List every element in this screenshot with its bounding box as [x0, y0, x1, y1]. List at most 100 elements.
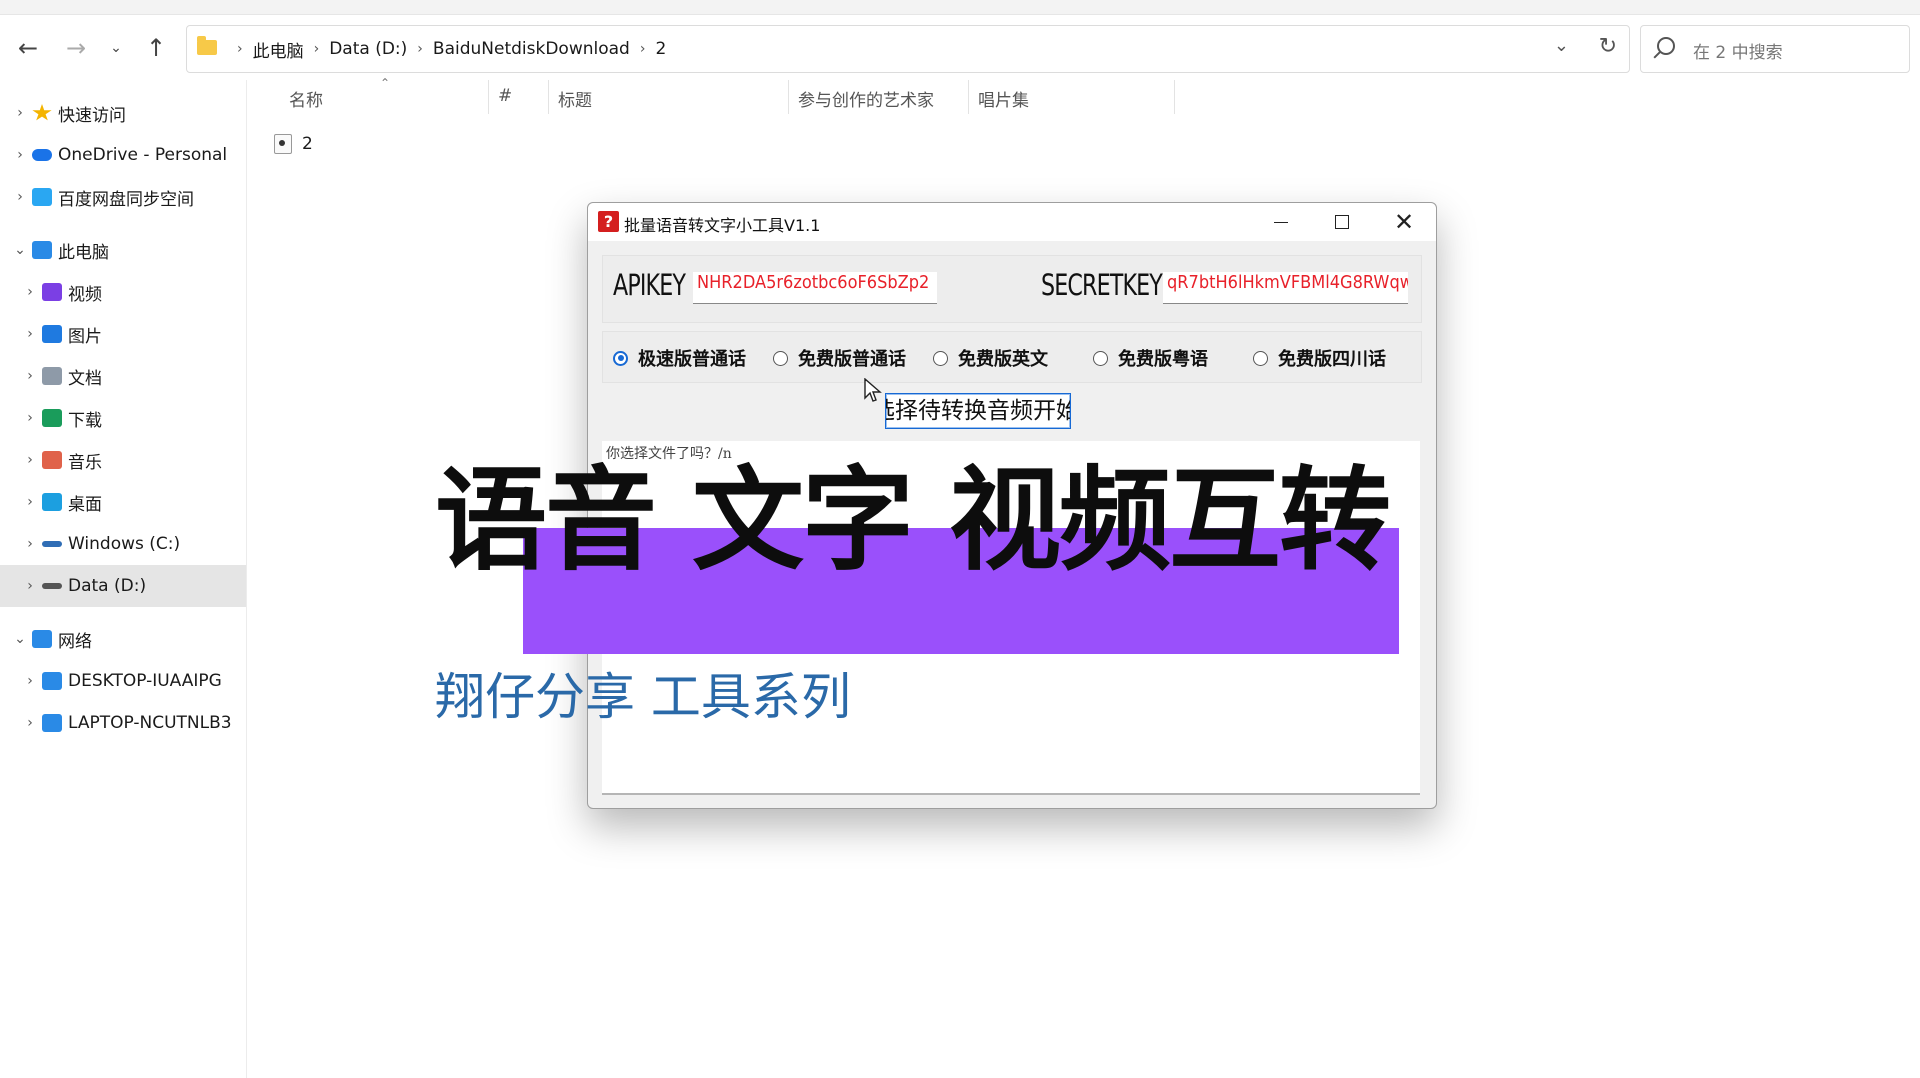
address-history-chevron-icon[interactable]: ⌄: [1554, 35, 1569, 56]
dialog-title-bar[interactable]: ? 批量语音转文字小工具V1.1 ✕: [588, 203, 1436, 241]
convert-button[interactable]: 选择待转换音频开始转换: [885, 393, 1071, 429]
sidebar-item[interactable]: › 文档: [0, 355, 246, 397]
radio-option[interactable]: 极速版普通话: [613, 345, 746, 371]
pane-divider[interactable]: [246, 80, 247, 1078]
banner-subline: 翔仔分享 工具系列: [435, 668, 851, 726]
back-button[interactable]: ←: [10, 30, 46, 66]
sidebar-item[interactable]: › LAPTOP-NCUTNLB3: [0, 702, 246, 744]
radio-option[interactable]: 免费版普通话: [773, 345, 906, 371]
breadcrumb-item[interactable]: 此电脑: [253, 37, 304, 62]
column-header-number[interactable]: #: [498, 86, 512, 106]
app-question-icon: ?: [598, 211, 619, 232]
banner-headline: 语音 文字 视频互转: [435, 456, 1391, 586]
sidebar-item-label: 网络: [58, 631, 92, 652]
folder-icon: [197, 36, 217, 55]
breadcrumb-item[interactable]: 2: [655, 39, 666, 59]
chevron-right-icon: ›: [313, 41, 320, 57]
column-separator[interactable]: [968, 80, 969, 114]
sidebar-item[interactable]: › 音乐: [0, 439, 246, 481]
breadcrumb-item[interactable]: Data (D:): [329, 39, 407, 59]
pc-icon: [42, 714, 62, 732]
sidebar-item-label: Windows (C:): [68, 534, 181, 554]
sidebar-item-label: DESKTOP-IUAAIPG: [68, 671, 222, 691]
sidebar-item[interactable]: › 百度网盘同步空间: [0, 176, 246, 218]
chevron-right-icon[interactable]: ›: [18, 715, 42, 731]
sidebar-item[interactable]: › 快速访问: [0, 92, 246, 134]
star-icon: [32, 104, 52, 121]
secretkey-input[interactable]: qR7btH6lHkmVFBMl4G8RWqwlzYll: [1163, 272, 1408, 304]
sidebar-item-label: 图片: [68, 326, 102, 347]
chevron-right-icon[interactable]: ›: [18, 452, 42, 468]
sidebar-item[interactable]: ⌄ 网络: [0, 618, 246, 660]
file-row[interactable]: 2: [274, 130, 313, 158]
sidebar-item[interactable]: › 桌面: [0, 481, 246, 523]
sidebar-item[interactable]: › Data (D:): [0, 565, 246, 607]
chevron-right-icon[interactable]: ›: [18, 673, 42, 689]
breadcrumb-item[interactable]: BaiduNetdiskDownload: [433, 39, 630, 59]
chevron-right-icon[interactable]: ›: [18, 536, 42, 552]
sidebar-item[interactable]: › 图片: [0, 313, 246, 355]
sidebar-item-label: 下载: [68, 410, 102, 431]
chevron-right-icon[interactable]: ›: [8, 189, 32, 205]
sort-ascending-icon: ⌃: [380, 76, 391, 90]
close-button[interactable]: ✕: [1374, 203, 1434, 241]
address-bar[interactable]: › 此电脑 › Data (D:) › BaiduNetdiskDownload…: [186, 25, 1630, 73]
chevron-right-icon: ›: [639, 41, 646, 57]
sidebar-item[interactable]: › DESKTOP-IUAAIPG: [0, 660, 246, 702]
minimize-button[interactable]: [1251, 203, 1311, 241]
chevron-right-icon[interactable]: ›: [18, 410, 42, 426]
radio-option[interactable]: 免费版英文: [933, 345, 1048, 371]
search-box[interactable]: 在 2 中搜索: [1640, 25, 1910, 73]
column-header-title[interactable]: 标题: [558, 86, 592, 111]
forward-button[interactable]: →: [58, 30, 94, 66]
cloud-icon: [32, 149, 52, 161]
chevron-right-icon[interactable]: ›: [18, 494, 42, 510]
video-icon: [42, 283, 62, 301]
column-separator[interactable]: [548, 80, 549, 114]
chevron-right-icon[interactable]: ›: [8, 147, 32, 163]
radio-unselected-icon: [1093, 350, 1108, 366]
sidebar-item[interactable]: › Windows (C:): [0, 523, 246, 565]
search-input[interactable]: 在 2 中搜索: [1693, 38, 1783, 63]
chevron-right-icon[interactable]: ›: [18, 284, 42, 300]
column-separator[interactable]: [788, 80, 789, 114]
chevron-down-icon[interactable]: ⌄: [8, 242, 32, 258]
window-top-strip: [0, 0, 1920, 15]
sidebar-item[interactable]: ⌄ 此电脑: [0, 229, 246, 271]
refresh-icon[interactable]: ↻: [1599, 34, 1617, 59]
radio-option[interactable]: 免费版四川话: [1253, 345, 1386, 371]
maximize-button[interactable]: [1312, 203, 1372, 241]
search-icon: [1657, 37, 1675, 55]
radio-unselected-icon: [933, 350, 948, 366]
sidebar-item-label: 桌面: [68, 494, 102, 515]
arrow-up-icon: ↑: [145, 34, 167, 62]
chevron-down-icon: ⌄: [110, 40, 122, 56]
chevron-right-icon[interactable]: ›: [18, 326, 42, 342]
radio-label: 免费版英文: [958, 349, 1048, 370]
column-separator[interactable]: [488, 80, 489, 114]
recent-locations-button[interactable]: ⌄: [98, 30, 134, 66]
chevron-right-icon[interactable]: ›: [18, 368, 42, 384]
chevron-down-icon[interactable]: ⌄: [8, 631, 32, 647]
up-button[interactable]: ↑: [138, 30, 174, 66]
chevron-right-icon[interactable]: ›: [18, 578, 42, 594]
column-header-album[interactable]: 唱片集: [978, 86, 1029, 111]
apikey-input[interactable]: NHR2DA5r6zotbc6oF6SbZp2: [693, 272, 937, 304]
column-header-artists[interactable]: 参与创作的艺术家: [798, 86, 934, 111]
pictures-icon: [42, 325, 62, 343]
sidebar-item-label: OneDrive - Personal: [58, 145, 228, 165]
sidebar-item[interactable]: › 下载: [0, 397, 246, 439]
radio-option[interactable]: 免费版粤语: [1093, 345, 1208, 371]
navigation-pane: › 快速访问 › OneDrive - Personal › 百度网盘同步空间 ⌄ 此电脑 › 视…: [0, 92, 246, 744]
mode-radio-group: 极速版普通话 免费版普通话 免费版英文 免费版粤语 免费版四川话: [602, 331, 1422, 383]
sidebar-item-label: 文档: [68, 368, 102, 389]
arrow-left-icon: ←: [17, 34, 39, 62]
apikey-label: APIKEY: [613, 268, 686, 302]
column-separator[interactable]: [1174, 80, 1175, 114]
column-header-name[interactable]: 名称: [289, 86, 323, 111]
breadcrumb: › 此电脑 › Data (D:) › BaiduNetdiskDownload…: [227, 26, 666, 72]
chevron-right-icon[interactable]: ›: [8, 105, 32, 121]
sidebar-item[interactable]: › OneDrive - Personal: [0, 134, 246, 176]
radio-selected-icon: [613, 350, 628, 366]
sidebar-item[interactable]: › 视频: [0, 271, 246, 313]
